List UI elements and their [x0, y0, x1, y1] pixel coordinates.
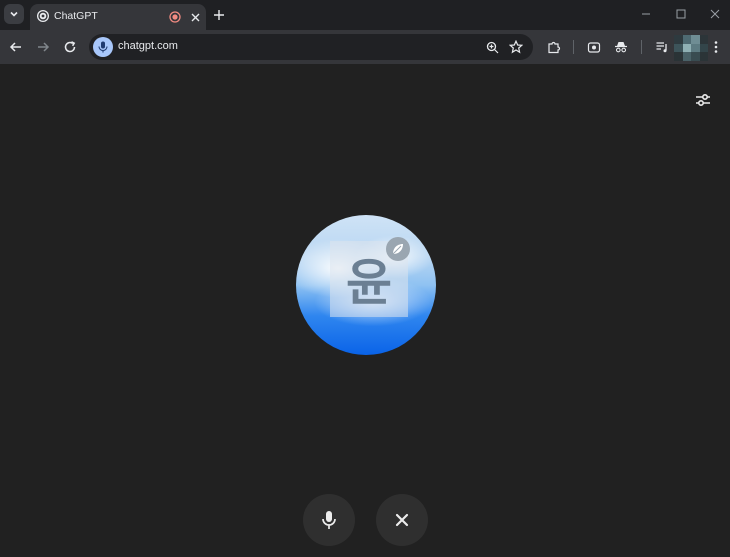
incognito-button[interactable] [613, 39, 629, 55]
toolbar-divider [573, 40, 574, 54]
plus-icon[interactable] [211, 7, 227, 23]
arrow-right-icon [38, 42, 50, 52]
media-queue-icon [656, 42, 667, 53]
maximize-icon [676, 9, 686, 19]
microphone-icon [322, 511, 336, 529]
voice-orb: 윤 [296, 215, 436, 355]
close-icon [710, 9, 720, 19]
sliders-icon [696, 93, 710, 107]
profile-avatar[interactable] [674, 35, 708, 61]
more-vert-icon [714, 41, 718, 53]
chevron-down-icon [10, 11, 18, 17]
toolbar-divider [641, 40, 642, 54]
reload-button[interactable] [62, 39, 78, 55]
tab-chatgpt[interactable]: ChatGPT [30, 4, 206, 30]
recording-indicator-icon [169, 11, 181, 23]
tab-close-button[interactable] [187, 9, 203, 25]
maximize-button[interactable] [672, 5, 690, 23]
leaf-badge [386, 237, 410, 261]
tab-strip: ChatGPT [0, 0, 730, 30]
arrow-left-icon [9, 42, 21, 52]
microphone-icon [98, 41, 108, 53]
address-bar[interactable]: chatgpt.com [89, 34, 533, 60]
close-icon [395, 513, 409, 527]
camera-icon [587, 42, 601, 53]
bookmark-button[interactable] [508, 39, 524, 55]
reload-icon [64, 41, 76, 53]
voice-settings-button[interactable] [693, 90, 713, 110]
leaf-icon [392, 244, 403, 255]
back-button[interactable] [8, 39, 24, 55]
end-voice-button[interactable] [376, 494, 428, 546]
tab-search-button[interactable] [4, 4, 24, 24]
media-control-button[interactable] [654, 39, 670, 55]
forward-button[interactable] [35, 39, 51, 55]
spy-icon [615, 42, 627, 53]
screen-capture-button[interactable] [586, 39, 602, 55]
minimize-icon [642, 13, 650, 15]
window-close-button[interactable] [706, 5, 724, 23]
puzzle-icon [548, 41, 561, 54]
openai-logo-icon [37, 10, 49, 22]
minimize-button[interactable] [637, 5, 655, 23]
tab-title: ChatGPT [54, 10, 98, 22]
url-text[interactable]: chatgpt.com [118, 40, 178, 52]
zoom-button[interactable] [484, 39, 500, 55]
close-icon [191, 13, 199, 21]
microphone-button[interactable] [303, 494, 355, 546]
extensions-button[interactable] [546, 39, 562, 55]
zoom-icon [486, 41, 498, 53]
star-icon [509, 40, 523, 54]
browser-menu-button[interactable] [708, 39, 724, 55]
browser-toolbar: chatgpt.com [0, 30, 730, 64]
site-info-button[interactable] [93, 37, 113, 57]
